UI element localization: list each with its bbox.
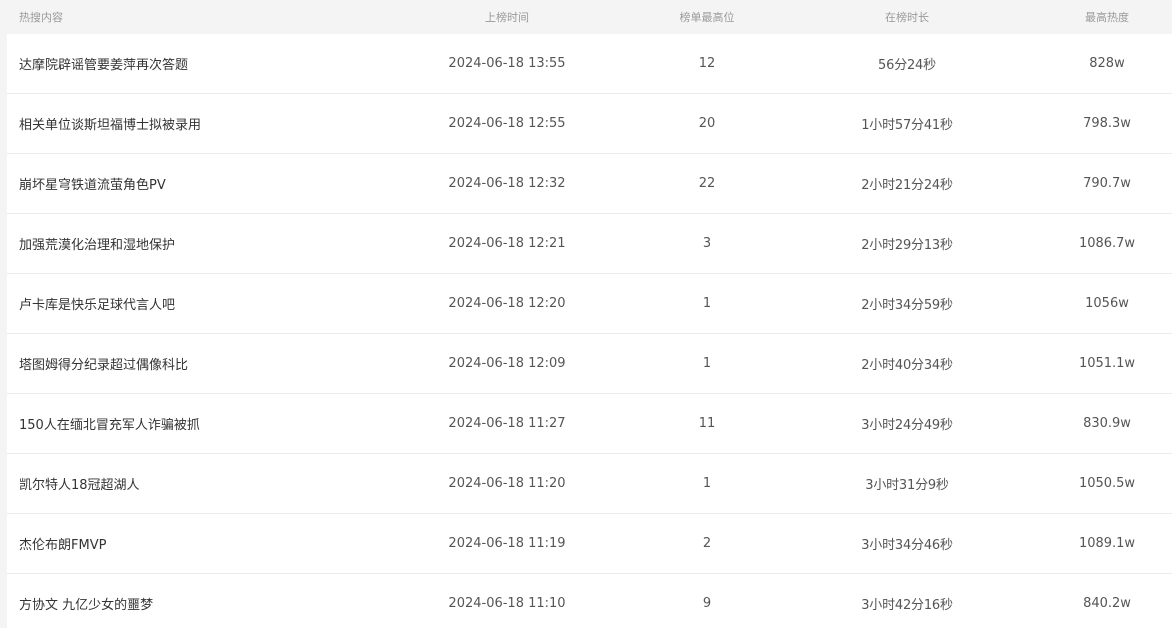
row-rank: 1	[702, 356, 712, 371]
table-row[interactable]: 方协文 九亿少女的噩梦 2024-06-18 11:10 9 3小时42分16秒…	[7, 574, 1172, 628]
table-row[interactable]: 凯尔特人18冠超湖人 2024-06-18 11:20 1 3小时31分9秒 1…	[7, 454, 1172, 514]
row-time: 2024-06-18 11:27	[448, 416, 566, 431]
row-heat: 1051.1w	[1078, 356, 1136, 371]
row-rank: 12	[698, 56, 716, 71]
row-rank: 20	[698, 116, 716, 131]
row-title-link[interactable]: 杰伦布朗FMVP	[7, 534, 357, 553]
row-duration: 3小时34分46秒	[861, 538, 953, 553]
table-row[interactable]: 150人在缅北冒充军人诈骗被抓 2024-06-18 11:27 11 3小时2…	[7, 394, 1172, 454]
row-rank: 22	[698, 176, 716, 191]
row-duration: 3小时31分9秒	[865, 478, 949, 493]
row-title-link[interactable]: 达摩院辟谣管要姜萍再次答题	[7, 54, 357, 73]
hot-search-page: 热搜内容 上榜时间 榜单最高位 在榜时长 最高热度 达摩院辟谣管要姜萍再次答题 …	[0, 0, 1172, 628]
row-time: 2024-06-18 11:19	[448, 536, 566, 551]
row-time: 2024-06-18 12:55	[448, 116, 566, 131]
row-rank: 9	[702, 596, 712, 611]
row-title-link[interactable]: 方协文 九亿少女的噩梦	[7, 594, 357, 613]
table-row[interactable]: 达摩院辟谣管要姜萍再次答题 2024-06-18 13:55 12 56分24秒…	[7, 34, 1172, 94]
table-row[interactable]: 加强荒漠化治理和湿地保护 2024-06-18 12:21 3 2小时29分13…	[7, 214, 1172, 274]
row-rank: 11	[698, 416, 716, 431]
row-time: 2024-06-18 11:10	[448, 596, 566, 611]
row-title-link[interactable]: 凯尔特人18冠超湖人	[7, 474, 357, 493]
table-row[interactable]: 崩坏星穹铁道流萤角色PV 2024-06-18 12:32 22 2小时21分2…	[7, 154, 1172, 214]
row-duration: 56分24秒	[878, 58, 936, 73]
row-time: 2024-06-18 11:20	[448, 476, 566, 491]
row-time: 2024-06-18 12:20	[448, 296, 566, 311]
header-title: 热搜内容	[19, 11, 63, 24]
hot-search-table: 热搜内容 上榜时间 榜单最高位 在榜时长 最高热度 达摩院辟谣管要姜萍再次答题 …	[7, 0, 1172, 628]
header-rank: 榜单最高位	[679, 11, 735, 24]
row-heat: 840.2w	[1083, 596, 1131, 611]
table-row[interactable]: 卢卡库是快乐足球代言人吧 2024-06-18 12:20 1 2小时34分59…	[7, 274, 1172, 334]
row-rank: 3	[702, 236, 712, 251]
row-duration: 1小时57分41秒	[861, 118, 953, 133]
row-title-link[interactable]: 150人在缅北冒充军人诈骗被抓	[7, 414, 357, 433]
row-heat: 1089.1w	[1078, 536, 1136, 551]
row-duration: 2小时29分13秒	[861, 238, 953, 253]
row-rank: 1	[702, 476, 712, 491]
row-duration: 2小时34分59秒	[861, 298, 953, 313]
row-duration: 2小时21分24秒	[861, 178, 953, 193]
row-time: 2024-06-18 12:32	[448, 176, 566, 191]
row-time: 2024-06-18 13:55	[448, 56, 566, 71]
row-title-link[interactable]: 加强荒漠化治理和湿地保护	[7, 234, 357, 253]
row-time: 2024-06-18 12:21	[448, 236, 566, 251]
table-row[interactable]: 相关单位谈斯坦福博士拟被录用 2024-06-18 12:55 20 1小时57…	[7, 94, 1172, 154]
row-title-link[interactable]: 卢卡库是快乐足球代言人吧	[7, 294, 357, 313]
table-row[interactable]: 塔图姆得分纪录超过偶像科比 2024-06-18 12:09 1 2小时40分3…	[7, 334, 1172, 394]
table-header: 热搜内容 上榜时间 榜单最高位 在榜时长 最高热度	[7, 0, 1172, 34]
row-title-link[interactable]: 相关单位谈斯坦福博士拟被录用	[7, 114, 357, 133]
row-title-link[interactable]: 塔图姆得分纪录超过偶像科比	[7, 354, 357, 373]
table-row[interactable]: 杰伦布朗FMVP 2024-06-18 11:19 2 3小时34分46秒 10…	[7, 514, 1172, 574]
row-duration: 3小时24分49秒	[861, 418, 953, 433]
row-duration: 2小时40分34秒	[861, 358, 953, 373]
row-heat: 1056w	[1085, 296, 1129, 311]
header-duration: 在榜时长	[885, 11, 929, 24]
row-heat: 1086.7w	[1078, 236, 1136, 251]
row-heat: 830.9w	[1083, 416, 1131, 431]
row-duration: 3小时42分16秒	[861, 598, 953, 613]
header-heat: 最高热度	[1085, 11, 1129, 24]
row-title-link[interactable]: 崩坏星穹铁道流萤角色PV	[7, 174, 357, 193]
row-time: 2024-06-18 12:09	[448, 356, 566, 371]
row-heat: 1050.5w	[1078, 476, 1136, 491]
row-heat: 828w	[1089, 56, 1125, 71]
row-heat: 790.7w	[1083, 176, 1131, 191]
header-time: 上榜时间	[485, 11, 529, 24]
row-rank: 1	[702, 296, 712, 311]
row-rank: 2	[702, 536, 712, 551]
row-heat: 798.3w	[1083, 116, 1131, 131]
